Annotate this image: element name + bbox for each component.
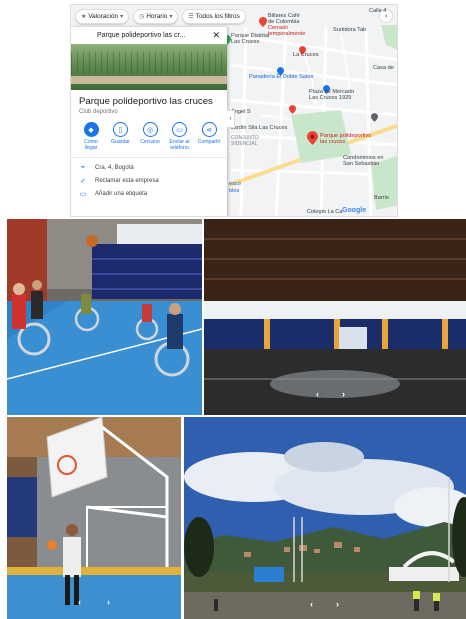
chevron-down-icon: ▾ xyxy=(169,14,173,20)
rating-filter[interactable]: ★ Valoración ▾ xyxy=(75,9,130,24)
rating-filter-label: Valoración xyxy=(88,13,119,20)
place-category[interactable]: Club deportivo xyxy=(71,107,227,115)
action-label: Cómo llegar xyxy=(84,139,98,151)
address-text: Cra. 4, Bogotá xyxy=(95,164,134,171)
map-label: SIDENCIAL xyxy=(231,141,258,147)
chevron-left-icon[interactable]: ‹ xyxy=(316,389,319,399)
chevron-right-icon[interactable]: › xyxy=(342,389,345,399)
bookmark-icon: ▯ xyxy=(113,122,128,137)
verified-icon: ✓ xyxy=(80,177,86,185)
map-pin-icon[interactable] xyxy=(289,101,296,119)
nearby-button[interactable]: ◎ Cercano xyxy=(138,122,162,151)
map-label: San Sebastián xyxy=(343,161,380,167)
map-label: temporalmente xyxy=(268,31,306,37)
save-button[interactable]: ▯ Guardar xyxy=(109,122,133,151)
add-label-text: Añadir una etiqueta xyxy=(95,190,148,197)
chevron-down-icon: ▾ xyxy=(120,14,124,20)
add-label-row[interactable]: ▭ Añadir una etiqueta xyxy=(71,187,227,200)
chevron-right-icon[interactable]: › xyxy=(107,597,110,607)
send-to-phone-button[interactable]: ▭ Enviar al teléfono xyxy=(168,122,192,151)
action-label: Compartir xyxy=(197,139,221,145)
action-label: Cercano xyxy=(140,139,160,145)
hours-filter-label: Horario xyxy=(146,13,168,20)
map-label: Casa de xyxy=(373,65,394,71)
map-label: bles xyxy=(229,188,240,194)
collapse-panel-button[interactable]: ‹ xyxy=(227,110,235,128)
nearby-icon: ◎ xyxy=(142,122,158,137)
map-label: Las Cruces 1929 xyxy=(309,95,352,101)
selected-place-pin-icon[interactable] xyxy=(307,131,318,150)
divider xyxy=(71,157,227,158)
search-input[interactable]: Parque polideportivo las cr... xyxy=(97,32,185,39)
action-label: Guardar xyxy=(110,139,131,145)
wheelchair-basketball-photo[interactable] xyxy=(7,219,202,415)
map-label: Panadería El Doble Sabor xyxy=(249,74,314,80)
map-label: Colegio La Ca xyxy=(307,209,343,215)
claim-business-row[interactable]: ✓ Reclamar esta empresa xyxy=(71,174,227,187)
google-logo: Google xyxy=(342,207,367,214)
place-title: Parque polideportivo las cruces xyxy=(79,96,213,107)
photo-gallery: ‹ › ‹ › ‹ › xyxy=(0,219,466,619)
all-filters-button[interactable]: ☰ Todos los filtros xyxy=(182,9,246,24)
address-row[interactable]: ⌖ Cra. 4, Bogotá xyxy=(71,161,227,174)
outdoor-park-photo[interactable]: ‹ › xyxy=(184,417,466,619)
clock-icon: ◷ xyxy=(139,14,145,20)
map-label: Surtidora Tab xyxy=(333,27,367,33)
map-pin-icon[interactable] xyxy=(371,109,378,127)
phone-icon: ▭ xyxy=(172,122,187,137)
claim-business-text: Reclamar esta empresa xyxy=(95,177,159,184)
star-icon: ★ xyxy=(81,14,87,20)
location-icon: ⌖ xyxy=(81,163,85,171)
basketball-court-photo[interactable]: ‹ › xyxy=(7,417,181,619)
directions-icon: ◆ xyxy=(83,122,99,137)
search-box[interactable]: Parque polideportivo las cr... ✕ xyxy=(71,27,227,44)
action-bar: ◆ Cómo llegar ▯ Guardar ◎ Cercano ▭ Enviar a… xyxy=(71,115,227,151)
map-label: esco xyxy=(229,181,241,187)
chevron-right-icon[interactable]: › xyxy=(336,599,339,609)
map-label: Jardín Sila Las Cruces xyxy=(231,125,288,131)
map-label: La Cruces xyxy=(293,52,319,58)
hours-filter[interactable]: ◷ Horario ▾ xyxy=(133,9,179,24)
share-icon: ⋖ xyxy=(201,122,217,137)
chevron-left-icon[interactable]: ‹ xyxy=(310,599,313,609)
map-label: Barrio xyxy=(374,195,389,201)
chevron-left-icon[interactable]: ‹ xyxy=(78,597,81,607)
map-label: Las Cruces xyxy=(231,39,260,45)
directions-button[interactable]: ◆ Cómo llegar xyxy=(79,122,103,151)
map-label: las cruces xyxy=(320,139,346,145)
empty-arena-photo[interactable]: ‹ › xyxy=(204,219,466,415)
action-label: Enviar al teléfono xyxy=(169,139,190,151)
all-filters-label: Todos los filtros xyxy=(195,13,240,20)
sliders-icon: ☰ xyxy=(188,14,194,20)
place-photo[interactable] xyxy=(71,44,227,90)
close-icon[interactable]: ✕ xyxy=(212,30,220,41)
label-icon: ▭ xyxy=(79,190,87,198)
place-panel: Parque polideportivo las cr... ✕ Parque … xyxy=(71,27,227,216)
map-view[interactable]: ★ Valoración ▾ ◷ Horario ▾ ☰ Todos los filtro… xyxy=(70,4,398,217)
share-button[interactable]: ⋖ Compartir xyxy=(197,122,221,151)
chevron-left-icon: ‹ xyxy=(229,116,232,122)
